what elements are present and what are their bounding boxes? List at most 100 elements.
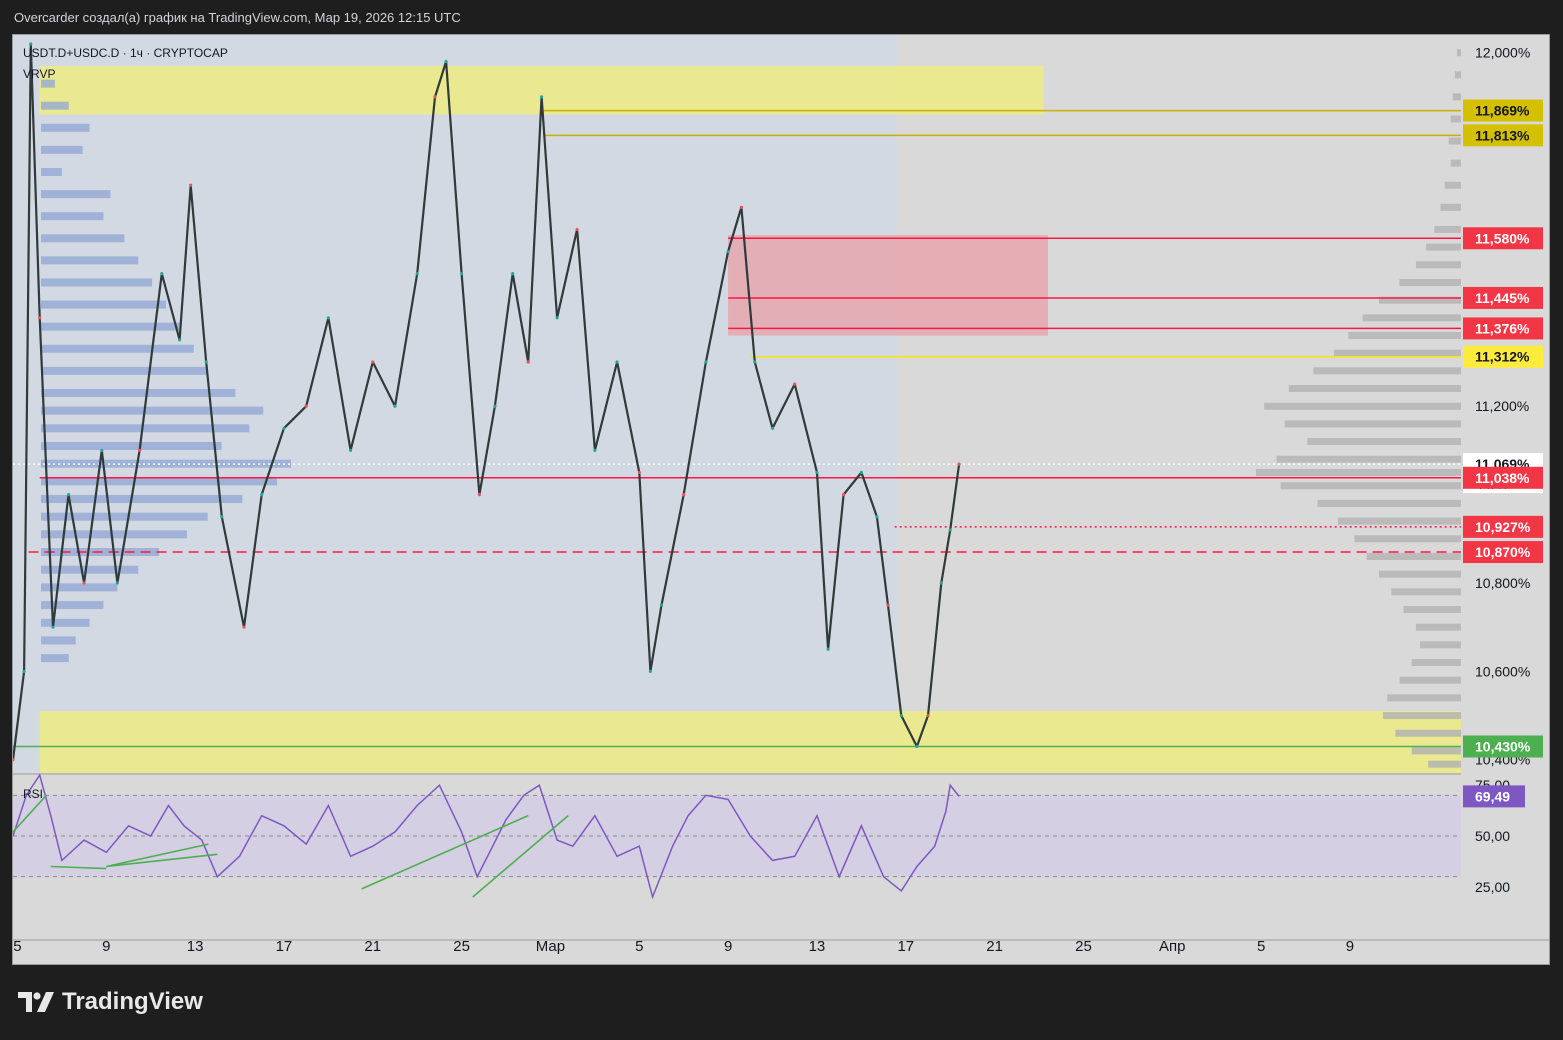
price-tick-label-3: 10,600%: [1475, 663, 1530, 679]
time-tick-label-8: 9: [724, 938, 732, 955]
vp-left-bar-20: [41, 495, 243, 504]
price-point-4: [51, 625, 55, 629]
vp-right-bar-33: [1411, 659, 1461, 667]
level-label-8: 10,927%: [1475, 519, 1531, 535]
level-label-1: 11,813%: [1475, 127, 1530, 143]
time-tick-label-3: 17: [276, 938, 293, 955]
vp-left-bar-9: [41, 278, 153, 287]
tradingview-brand[interactable]: TradingView: [16, 988, 203, 1016]
price-point-33: [575, 227, 579, 232]
price-point-25: [444, 59, 448, 64]
symbol-legend[interactable]: USDT.D+USDC.D · 1ч · CRYPTOCAP: [23, 46, 228, 60]
price-point-2: [29, 42, 33, 46]
vp-right-bar-18: [1264, 402, 1461, 410]
vp-right-bar-31: [1415, 623, 1461, 631]
chart-canvas[interactable]: 12,000%11,200%10,800%10,600%10,400%11,86…: [13, 35, 1549, 964]
time-tick-label-4: 21: [364, 938, 381, 955]
price-point-54: [926, 713, 930, 718]
vp-right-bar-38: [1411, 747, 1461, 755]
price-point-44: [770, 426, 775, 430]
vp-left-bar-5: [41, 190, 111, 199]
price-point-35: [615, 360, 619, 364]
vp-right-bar-8: [1434, 225, 1461, 233]
price-point-16: [260, 492, 264, 497]
vp-right-bar-3: [1450, 115, 1461, 123]
vp-left-bar-27: [41, 618, 90, 627]
price-point-21: [371, 360, 375, 364]
price-point-28: [493, 404, 497, 408]
vp-left-bar-2: [41, 123, 90, 132]
vp-left-bar-8: [41, 256, 139, 265]
price-point-20: [348, 448, 353, 453]
price-point-36: [637, 470, 641, 475]
chart-frame[interactable]: 12,000% 11,200% 10,800% 10,600% 10,400% 11,86…: [12, 34, 1550, 965]
price-point-41: [726, 249, 730, 254]
vp-right-bar-39: [1428, 760, 1461, 768]
vp-right-bar-24: [1317, 499, 1461, 507]
vp-right-bar-0: [1456, 49, 1461, 57]
price-point-13: [204, 360, 208, 364]
vp-right-bar-13: [1362, 314, 1461, 322]
vp-right-bar-9: [1426, 243, 1461, 251]
vp-left-bar-26: [41, 601, 104, 610]
level-label-4: 11,376%: [1475, 320, 1530, 336]
time-tick-label-10: 17: [897, 938, 914, 955]
vp-right-bar-4: [1448, 137, 1461, 145]
price-point-1: [22, 669, 26, 673]
vp-left-bar-24: [41, 565, 139, 574]
time-tick-label-6: Мар: [536, 938, 565, 955]
price-point-45: [793, 382, 797, 386]
price-point-12: [189, 183, 193, 187]
vp-left-bar-11: [41, 322, 180, 331]
vp-left-bar-10: [41, 300, 166, 309]
time-tick-label-2: 13: [187, 938, 204, 955]
price-point-14: [220, 515, 224, 519]
vp-right-bar-32: [1420, 641, 1461, 649]
rsi-value-label: 69,49: [1475, 788, 1510, 804]
rsi-legend[interactable]: RSI: [23, 787, 43, 801]
vp-left-bar-3: [41, 145, 83, 154]
price-point-7: [100, 448, 104, 453]
price-point-8: [115, 581, 119, 585]
price-point-32: [555, 316, 559, 320]
vp-right-bar-30: [1403, 605, 1461, 613]
vrvp-legend[interactable]: VRVP: [23, 67, 55, 81]
level-label-7: 11,038%: [1475, 470, 1530, 486]
vp-left-bar-17: [41, 441, 222, 450]
price-point-55: [939, 581, 943, 585]
vp-right-bar-11: [1399, 278, 1461, 286]
price-point-27: [477, 492, 481, 497]
price-point-9: [137, 448, 142, 453]
support-zone-1: [39, 711, 1462, 773]
vp-right-bar-19: [1284, 420, 1461, 428]
vp-left-bar-14: [41, 388, 236, 397]
price-point-50: [875, 515, 879, 519]
price-point-38: [659, 603, 664, 607]
vp-right-bar-17: [1288, 385, 1461, 393]
share-header: Overcarder создал(а) график на TradingVi…: [14, 10, 461, 25]
price-point-48: [842, 492, 846, 497]
vp-left-bar-7: [41, 234, 125, 243]
price-point-3: [38, 316, 42, 320]
vp-left-bar-1: [41, 101, 69, 110]
price-point-24: [433, 95, 437, 99]
time-tick-label-9: 13: [809, 938, 826, 955]
resistance-zone-2: [728, 235, 1048, 336]
vp-right-bar-35: [1387, 694, 1461, 702]
time-tick-label-15: 9: [1346, 938, 1354, 955]
rsi-tick-label-1: 50,00: [1475, 828, 1510, 844]
vp-right-bar-16: [1313, 367, 1461, 375]
vp-right-bar-25: [1338, 517, 1461, 525]
level-label-2: 11,580%: [1475, 230, 1530, 246]
vp-right-bar-2: [1452, 93, 1461, 101]
price-point-56: [948, 528, 952, 532]
vp-right-bar-20: [1307, 438, 1461, 446]
vp-left-bar-15: [41, 406, 264, 415]
level-label-0: 11,869%: [1475, 103, 1530, 119]
brand-name: TradingView: [62, 988, 203, 1015]
price-point-31: [539, 95, 544, 99]
vp-right-bar-6: [1444, 181, 1461, 189]
time-tick-label-7: 5: [635, 938, 643, 955]
price-point-52: [899, 713, 903, 718]
price-point-47: [826, 647, 830, 651]
